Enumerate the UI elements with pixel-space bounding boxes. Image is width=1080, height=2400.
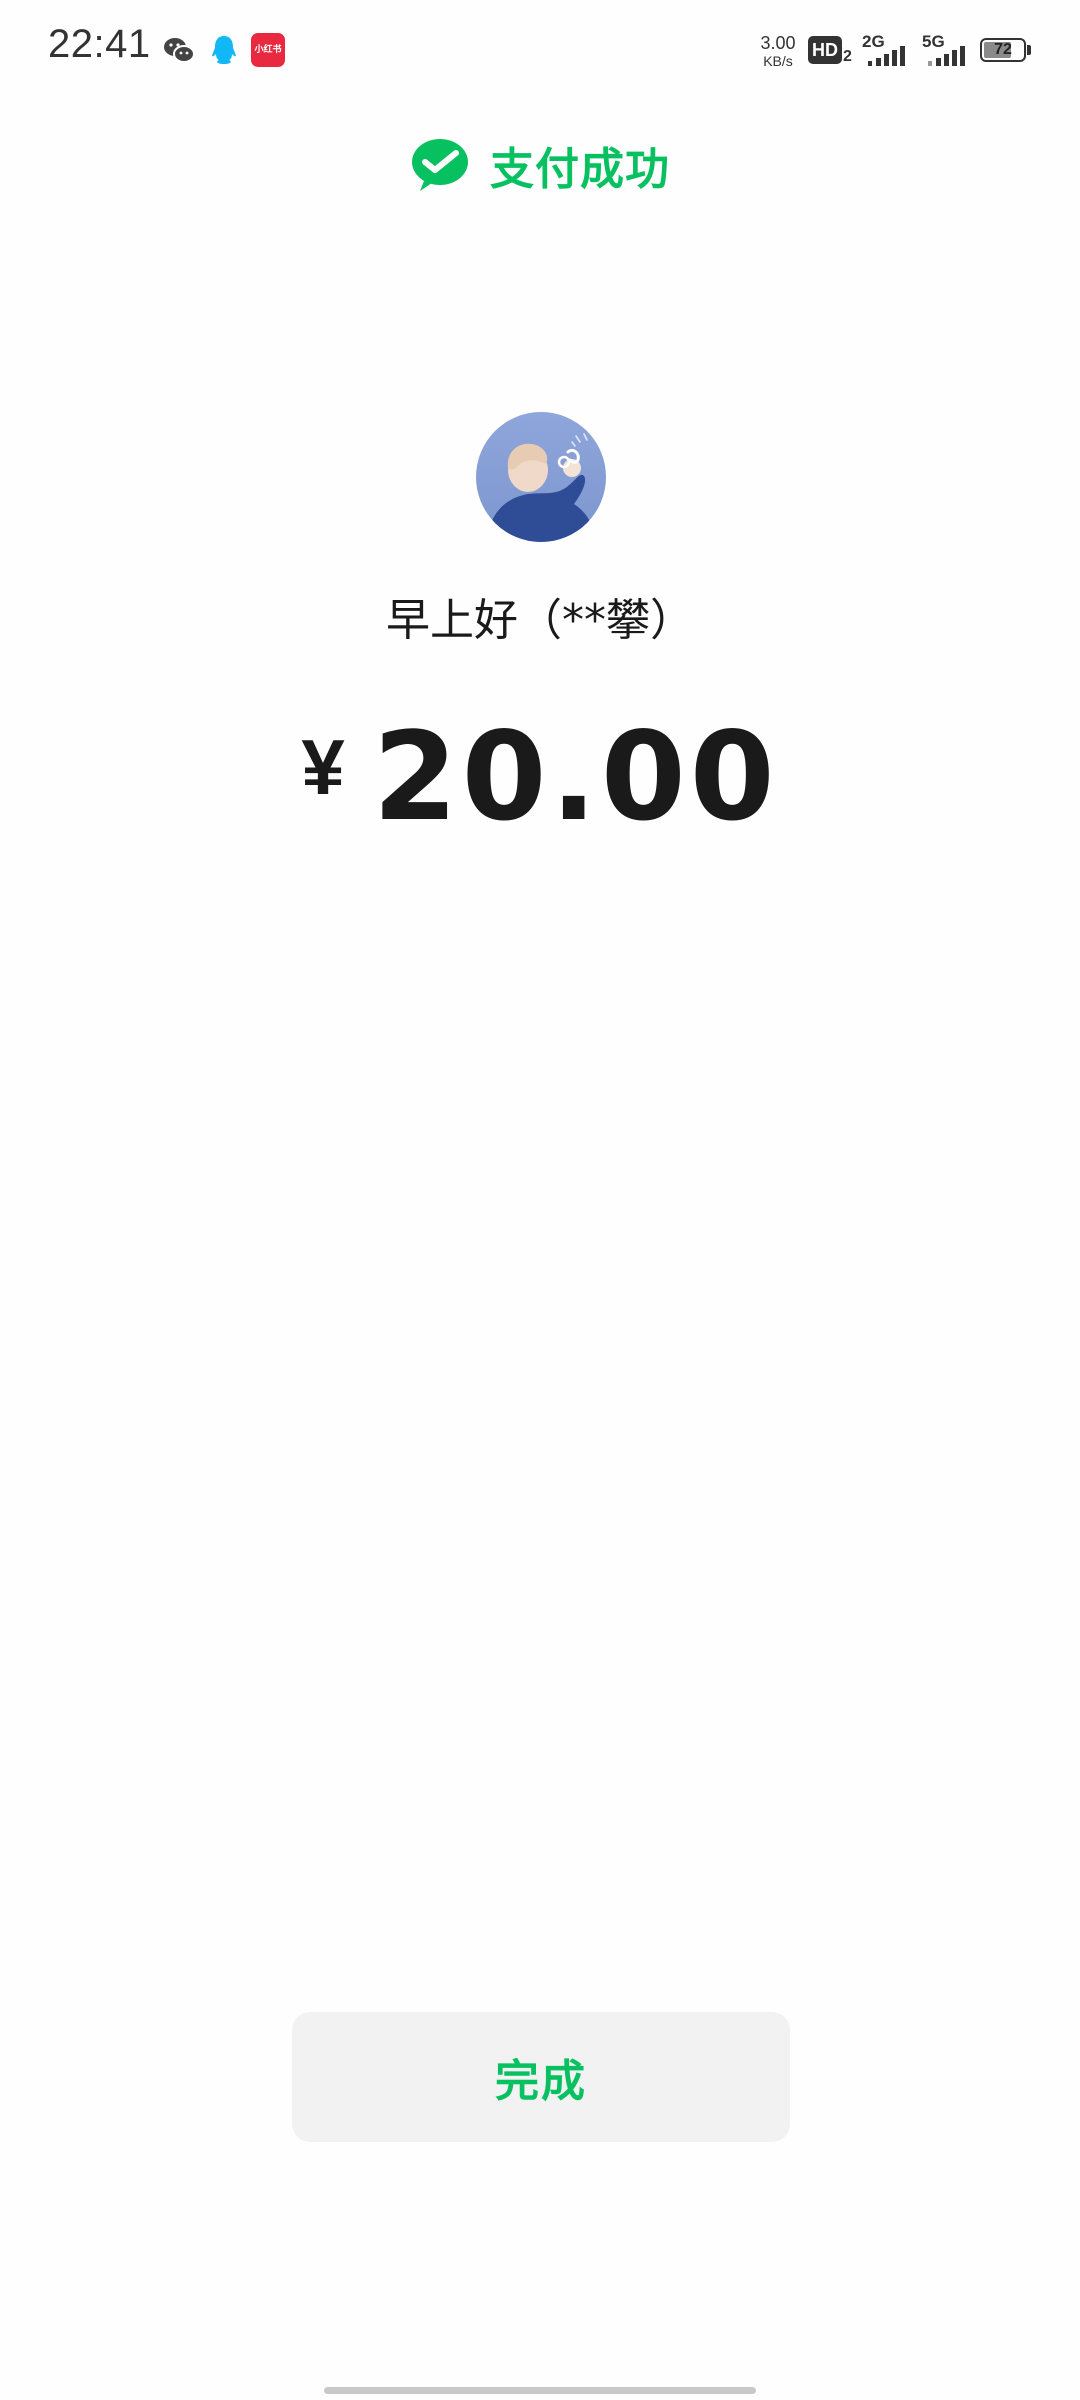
hd-sub: 2 bbox=[843, 48, 852, 65]
done-button[interactable]: 完成 bbox=[292, 2012, 790, 2142]
xiaohongshu-icon: 小红书 bbox=[251, 33, 285, 67]
amount-currency: ¥ bbox=[301, 723, 345, 811]
xiaohongshu-label: 小红书 bbox=[251, 33, 285, 67]
home-indicator[interactable] bbox=[324, 2387, 756, 2394]
signal-5g-icon: 5G bbox=[922, 32, 972, 68]
network-speed: 3.00 KB/s bbox=[756, 34, 800, 68]
hd-volte-icon: HD 2 bbox=[808, 36, 852, 66]
amount-value: 20.00 bbox=[372, 706, 779, 848]
wechat-icon bbox=[162, 33, 196, 67]
payment-amount: ¥ 20.00 bbox=[0, 716, 1080, 846]
qq-icon bbox=[207, 33, 241, 67]
payee-name: 早上好（**攀） bbox=[386, 595, 694, 646]
payment-success-header: 支付成功 bbox=[0, 130, 1080, 200]
hd-badge: HD bbox=[808, 36, 842, 64]
wechat-pay-check-icon bbox=[410, 137, 470, 193]
status-bar: 22:41 小红书 3.00 KB/s HD 2 2G 5G 72 bbox=[0, 0, 1080, 100]
battery-icon: 72 bbox=[980, 38, 1032, 64]
network-speed-value: 3.00 bbox=[760, 33, 796, 53]
payee-avatar bbox=[476, 412, 606, 542]
battery-level: 72 bbox=[994, 41, 1012, 58]
page-title: 支付成功 bbox=[490, 144, 670, 195]
status-time: 22:41 bbox=[48, 22, 151, 66]
done-button-label: 完成 bbox=[495, 2056, 587, 2107]
network-speed-unit: KB/s bbox=[763, 53, 793, 69]
signal-2g-icon: 2G bbox=[862, 32, 912, 68]
